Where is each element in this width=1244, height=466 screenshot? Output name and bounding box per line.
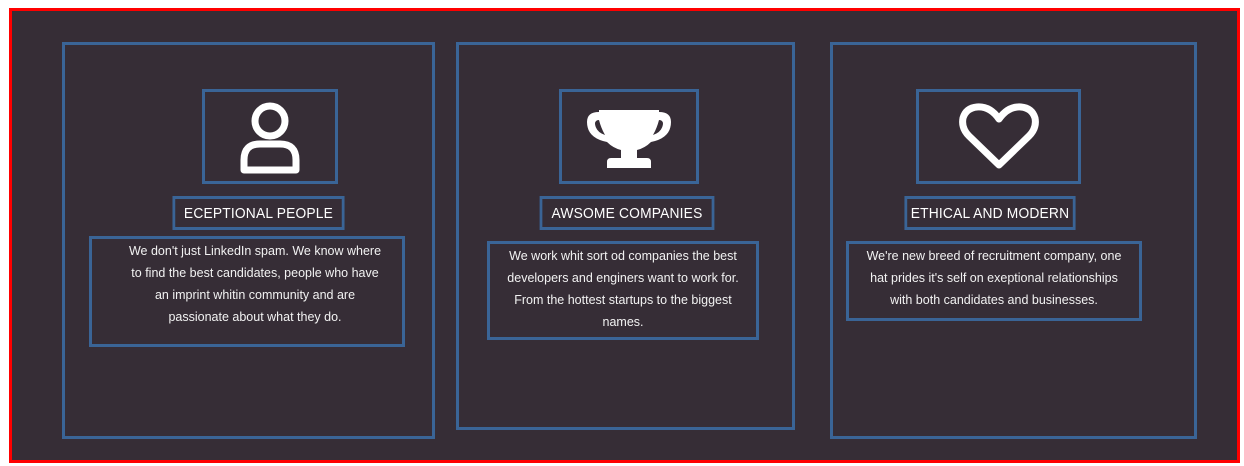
feature-icon-box-ethical (916, 89, 1081, 184)
feature-description-line: with both candidates and businesses. (890, 293, 1098, 307)
feature-description-people: We don't just LinkedIn spam. We know whe… (89, 236, 405, 347)
feature-description-line: names. (602, 315, 644, 329)
heart-icon (958, 102, 1039, 168)
feature-description-line: passionate about what they do. (168, 310, 342, 324)
feature-description-line: developers and enginers want to work for… (507, 271, 739, 285)
feature-title-companies-text: AWSOME COMPANIES (551, 204, 703, 222)
feature-description-line: From the hottest startups to the biggest (514, 293, 732, 307)
feature-description-line: We're new breed of recruitment company, … (866, 249, 1122, 263)
feature-description-line: an imprint whitin community and are (154, 288, 356, 302)
feature-title-people: ECEPTIONAL PEOPLE (172, 196, 345, 230)
trophy-icon (587, 109, 671, 168)
feature-description-ethical: We're new breed of recruitment company, … (846, 241, 1142, 321)
features-section: ECEPTIONAL PEOPLE We don't just LinkedIn… (9, 8, 1240, 463)
feature-description-line: We don't just LinkedIn spam. We know whe… (128, 244, 382, 258)
feature-description-line: hat prides it's self on exeptional relat… (870, 271, 1118, 285)
feature-title-companies: AWSOME COMPANIES (539, 196, 715, 230)
user-icon (240, 102, 300, 173)
feature-description-companies: We work whit sort od companies the best … (487, 241, 759, 340)
feature-title-ethical: ETHICAL AND MODERN (904, 196, 1076, 230)
feature-description-line: We work whit sort od companies the best (509, 249, 737, 263)
feature-icon-box-companies (559, 89, 699, 184)
feature-icon-box-people (202, 89, 338, 184)
feature-description-line: to find the best candidates, people who … (131, 266, 379, 280)
feature-title-ethical-text: ETHICAL AND MODERN (910, 204, 1070, 222)
feature-title-people-text: ECEPTIONAL PEOPLE (183, 204, 334, 222)
